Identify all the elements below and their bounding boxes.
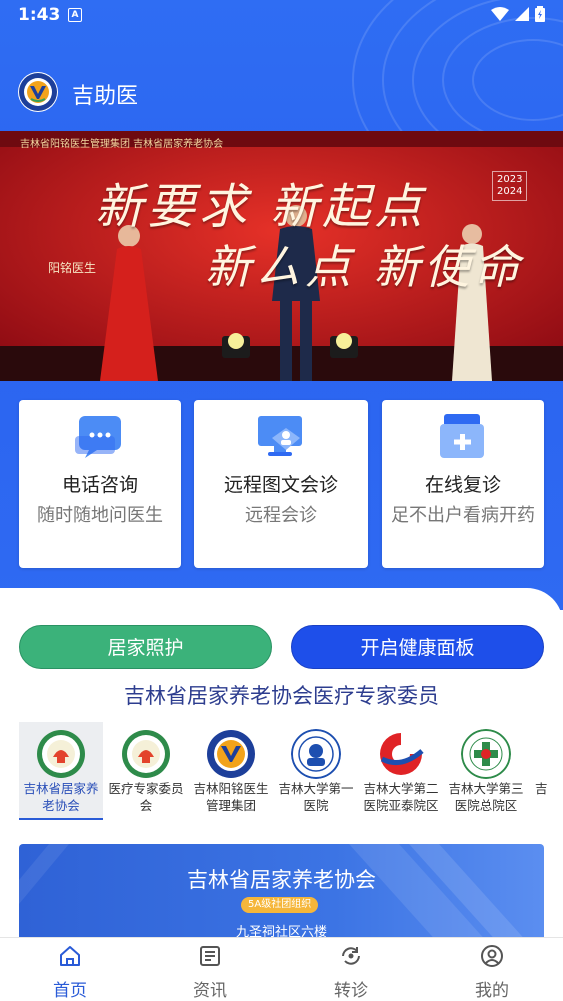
nav-referral[interactable]: 转诊 [311, 942, 391, 1001]
banner-headline-1: 新要求 新起点 [95, 179, 427, 235]
nav-label: 转诊 [334, 981, 368, 1001]
app-bar: 吉助医 [0, 68, 563, 114]
service-title: 远程图文会诊 [223, 474, 338, 496]
event-banner[interactable]: 吉林省阳铭医生管理集团 吉林省居家养老协会 新要求 新起点 新ㄙ点 新使命 阳铭… [0, 131, 563, 381]
banner-headline-2: 新ㄙ点 新使命 [205, 240, 524, 294]
org-name: 吉林大学第三医院总院区 [448, 781, 524, 813]
app-logo-icon [18, 72, 58, 112]
org-name: 吉林阳铭医生管理集团 [193, 781, 269, 813]
nav-news[interactable]: 资讯 [170, 942, 250, 1001]
org-tab-hospital-2[interactable]: 吉林大学第二医院亚泰院区 [359, 722, 443, 818]
chat-bubble-icon [75, 416, 121, 458]
banner-side-text: 阳铭医生 [48, 261, 97, 275]
org-tab-hospital-1[interactable]: 吉林大学第一医院 [274, 722, 358, 818]
home-icon [60, 946, 80, 966]
section-title: 吉林省居家养老协会医疗专家委员 [124, 684, 439, 708]
nav-label: 我的 [475, 981, 509, 1001]
service-title: 在线复诊 [424, 474, 501, 496]
monitor-doctor-icon [258, 416, 302, 456]
home-care-button[interactable]: 居家照护 [19, 625, 272, 669]
referral-icon [342, 947, 360, 965]
status-bar: 1:43 A [0, 0, 563, 32]
org-tab-committee[interactable]: 医疗专家委员会 [104, 722, 188, 818]
medical-folder-icon [440, 414, 484, 458]
promo-title: 吉林省居家养老协会 [187, 868, 376, 892]
service-card-phone-consult[interactable]: 电话咨询 随时随地问医生 [19, 400, 181, 568]
notification-a-icon: A [68, 8, 82, 22]
org-name: 医疗专家委员会 [108, 781, 184, 813]
bottom-nav: 首页 资讯 转诊 我的 [0, 937, 563, 1001]
service-subtitle: 随时随地问医生 [37, 505, 163, 526]
association-logo-icon [37, 730, 85, 778]
banner-caption: 吉林省阳铭医生管理集团 吉林省居家养老协会 [20, 139, 224, 150]
committee-logo-icon [122, 730, 170, 778]
battery-icon [535, 6, 545, 22]
hospital-3-logo-icon [461, 729, 511, 779]
org-tab-hospital-3[interactable]: 吉林大学第三医院总院区 [444, 722, 528, 818]
promo-badge: 5A级社团组织 [241, 897, 319, 913]
org-name: 吉林省居家养老协会 [23, 781, 99, 813]
hospital-1-logo-icon [291, 729, 341, 779]
org-tab-association[interactable]: 吉林省居家养老协会 [19, 722, 103, 820]
org-name: 吉林大学第一医院 [278, 781, 354, 813]
status-time: 1:43 [18, 5, 61, 25]
banner-year-1: 2023 [497, 174, 523, 185]
service-subtitle: 远程会诊 [245, 505, 317, 526]
banner-year-2: 2024 [497, 186, 523, 197]
org-tab-yangming[interactable]: 吉林阳铭医生管理集团 [189, 722, 273, 818]
profile-icon [481, 945, 503, 967]
wifi-icon [491, 7, 509, 21]
nav-home[interactable]: 首页 [30, 942, 110, 1001]
nav-profile[interactable]: 我的 [452, 942, 532, 1001]
banner-years: 2023 2024 [492, 171, 528, 201]
service-card-remote-consult[interactable]: 远程图文会诊 远程会诊 [194, 400, 368, 568]
org-name: 吉 [535, 781, 548, 796]
nav-label: 资讯 [193, 981, 227, 1001]
yangming-logo-icon [207, 730, 255, 778]
org-tabs: 吉林省居家养老协会 医疗专家委员会 吉林阳铭医生管理集团 吉林大学第一医院 吉林… [19, 722, 563, 820]
news-icon [200, 946, 220, 966]
signal-icon [515, 7, 529, 21]
service-subtitle: 足不出户看病开药 [391, 505, 535, 526]
app-title: 吉助医 [72, 84, 139, 109]
org-name: 吉林大学第二医院亚泰院区 [363, 781, 439, 813]
service-card-online-revisit[interactable]: 在线复诊 足不出户看病开药 [382, 400, 544, 568]
org-tab-partial[interactable]: 吉 [529, 722, 563, 818]
service-title: 电话咨询 [61, 474, 138, 496]
nav-label: 首页 [53, 981, 87, 1001]
association-promo-card[interactable]: 吉林省居家养老协会 5A级社团组织 九圣祠社区六楼 [19, 844, 544, 944]
hospital-2-logo-icon [380, 733, 424, 775]
health-panel-button[interactable]: 开启健康面板 [291, 625, 544, 669]
